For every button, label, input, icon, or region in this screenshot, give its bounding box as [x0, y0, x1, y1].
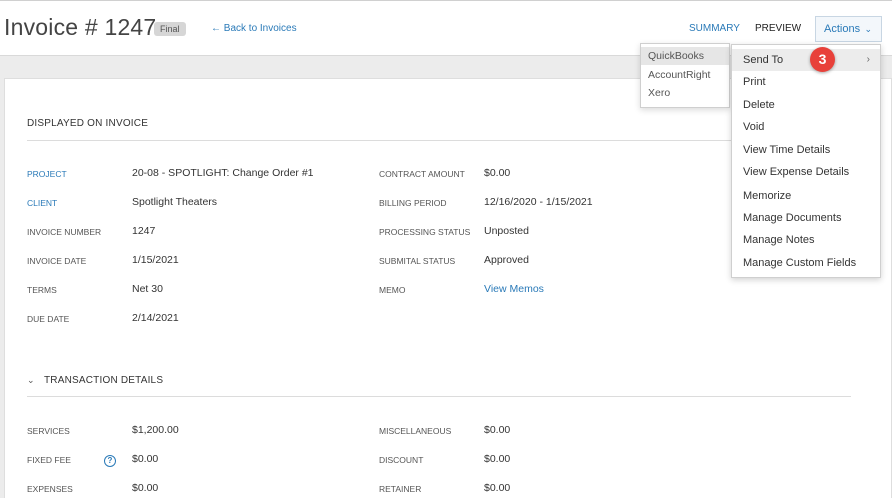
value-submital-status: Approved: [484, 254, 529, 266]
value-miscellaneous: $0.00: [484, 424, 511, 436]
menu-item-view-time-details[interactable]: View Time Details: [732, 139, 880, 161]
menu-item-delete[interactable]: Delete: [732, 94, 880, 116]
submenu-item-xero[interactable]: Xero: [641, 84, 729, 102]
chevron-right-icon: ›: [866, 54, 870, 65]
section-title-transaction[interactable]: TRANSACTION DETAILS: [44, 375, 163, 386]
label-services: SERVICES: [27, 426, 70, 436]
label-invoice-number: INVOICE NUMBER: [27, 227, 102, 237]
label-memo: MEMO: [379, 285, 406, 295]
page-title: Invoice # 1247: [4, 14, 157, 40]
submenu-item-accountright[interactable]: AccountRight: [641, 66, 729, 84]
value-processing-status: Unposted: [484, 225, 529, 237]
value-due-date: 2/14/2021: [132, 312, 179, 324]
label-discount: DISCOUNT: [379, 455, 424, 465]
label-retainer: RETAINER: [379, 484, 422, 494]
help-icon[interactable]: ?: [104, 455, 116, 467]
value-fixed-fee: $0.00: [132, 453, 159, 465]
value-contract-amount: $0.00: [484, 167, 511, 179]
label-terms: TERMS: [27, 285, 57, 295]
value-invoice-date: 1/15/2021: [132, 254, 179, 266]
label-contract-amount: CONTRACT AMOUNT: [379, 169, 465, 179]
step-number-badge: 3: [810, 47, 835, 72]
label-billing-period: BILLING PERIOD: [379, 198, 447, 208]
menu-item-print[interactable]: Print: [732, 71, 880, 93]
actions-menu: Send To › Print Delete Void View Time De…: [731, 44, 881, 278]
chevron-down-icon: ⌄: [864, 24, 872, 34]
menu-item-void[interactable]: Void: [732, 116, 880, 138]
value-expenses: $0.00: [132, 482, 159, 494]
label-fixed-fee: FIXED FEE: [27, 455, 71, 465]
back-to-invoices-link[interactable]: ← Back to Invoices: [211, 23, 297, 34]
tab-summary[interactable]: SUMMARY: [689, 23, 740, 34]
value-discount: $0.00: [484, 453, 511, 465]
label-submital-status: SUBMITAL STATUS: [379, 256, 456, 266]
section-title-displayed: DISPLAYED ON INVOICE: [27, 118, 149, 129]
label-project[interactable]: PROJECT: [27, 169, 67, 179]
value-invoice-number: 1247: [132, 225, 156, 237]
label-expenses: EXPENSES: [27, 484, 73, 494]
tab-preview[interactable]: PREVIEW: [755, 23, 801, 34]
submenu-item-quickbooks[interactable]: QuickBooks: [641, 47, 729, 65]
value-client: Spotlight Theaters: [132, 196, 218, 208]
menu-item-view-expense-details[interactable]: View Expense Details: [732, 161, 880, 183]
label-due-date: DUE DATE: [27, 314, 70, 324]
label-invoice-date: INVOICE DATE: [27, 256, 87, 266]
send-to-submenu: QuickBooks AccountRight Xero: [640, 43, 730, 108]
chevron-down-icon[interactable]: ⌄: [27, 375, 35, 386]
menu-item-label: Send To: [743, 54, 784, 66]
actions-button[interactable]: Actions ⌄: [815, 16, 882, 42]
menu-item-manage-custom-fields[interactable]: Manage Custom Fields: [732, 252, 880, 274]
value-terms: Net 30: [132, 283, 163, 295]
label-miscellaneous: MISCELLANEOUS: [379, 426, 452, 436]
menu-item-manage-notes[interactable]: Manage Notes: [732, 229, 880, 251]
value-billing-period: 12/16/2020 - 1/15/2021: [484, 196, 593, 208]
top-border: [0, 0, 892, 1]
label-processing-status: PROCESSING STATUS: [379, 227, 471, 237]
section-divider: [27, 140, 851, 141]
section-divider: [27, 396, 851, 397]
menu-item-manage-documents[interactable]: Manage Documents: [732, 207, 880, 229]
status-badge: Final: [154, 22, 186, 36]
menu-item-send-to[interactable]: Send To ›: [732, 49, 880, 71]
actions-button-label: Actions: [824, 23, 861, 35]
menu-item-memorize[interactable]: Memorize: [732, 185, 880, 207]
view-memos-link[interactable]: View Memos: [484, 283, 544, 295]
label-client[interactable]: CLIENT: [27, 198, 57, 208]
value-retainer: $0.00: [484, 482, 511, 494]
value-project: 20-08 - SPOTLIGHT: Change Order #1: [132, 167, 314, 179]
value-services: $1,200.00: [132, 424, 179, 436]
